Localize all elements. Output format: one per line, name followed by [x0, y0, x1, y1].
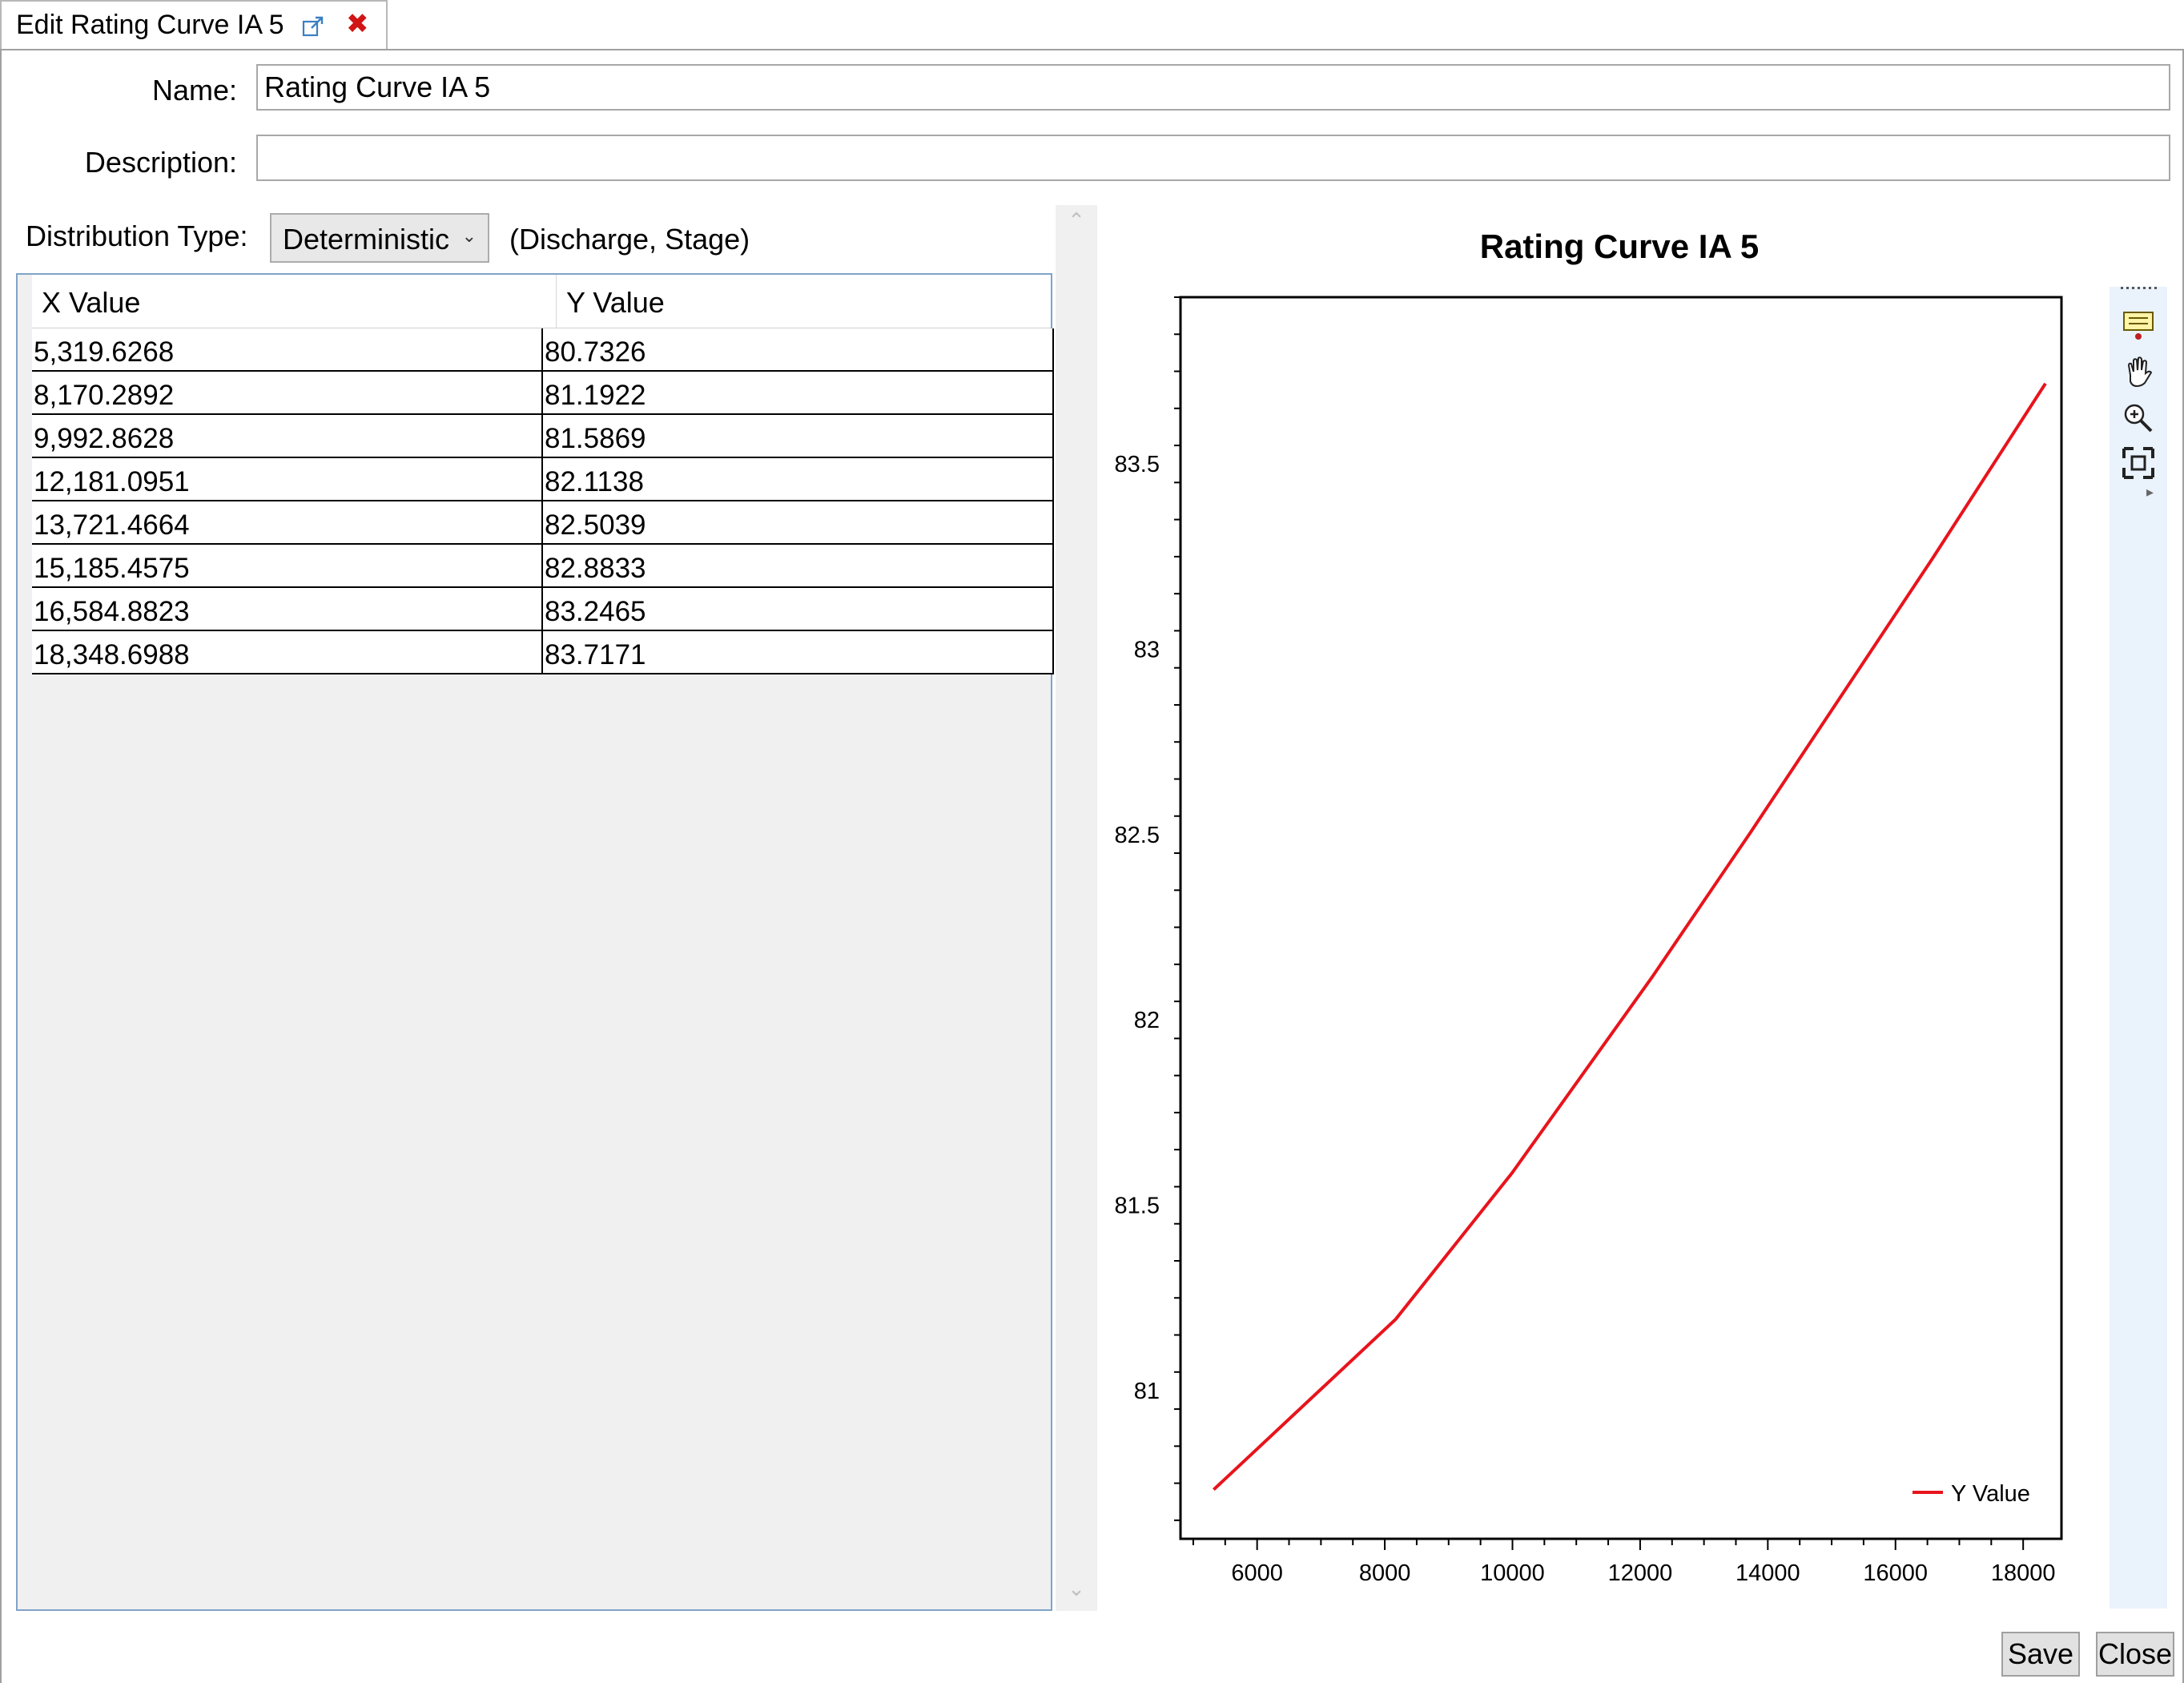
cell-y-value[interactable]: 81.1922 [541, 372, 1051, 413]
table-row[interactable]: 15,185.4575 82.8833 [32, 545, 1052, 588]
cell-x-value[interactable]: 12,181.0951 [32, 458, 541, 500]
table-header: X Value Y Value [32, 275, 1051, 328]
column-header-y[interactable]: Y Value [556, 275, 1051, 328]
x-tick-label: 6000 [1231, 1560, 1283, 1586]
toolbar-grip-icon [2121, 287, 2157, 289]
scroll-down-icon[interactable]: ⌄ [1056, 1576, 1097, 1601]
left-panel-scrollbar[interactable]: ⌃ ⌄ [1056, 205, 1097, 1611]
cell-y-value[interactable]: 81.5869 [541, 415, 1051, 457]
table-body: 5,319.6268 80.7326 8,170.2892 81.1922 9,992.… [32, 328, 1054, 674]
y-tick-label: 81.5 [1115, 1194, 1160, 1219]
table-row[interactable]: 13,721.4664 82.5039 [32, 501, 1052, 545]
x-tick-label: 18000 [1991, 1560, 2056, 1586]
x-tick-label: 16000 [1863, 1560, 1928, 1586]
x-tick-label: 8000 [1359, 1560, 1411, 1586]
chevron-down-icon: ⌄ [461, 226, 477, 246]
cell-x-value[interactable]: 5,319.6268 [32, 328, 541, 370]
cell-y-value[interactable]: 82.8833 [541, 545, 1051, 586]
column-header-x[interactable]: X Value [32, 275, 556, 328]
toolbar-overflow-icon[interactable]: ▸ [2146, 484, 2154, 501]
x-tick-label: 14000 [1736, 1560, 1800, 1586]
table-row[interactable]: 12,181.0951 82.1138 [32, 458, 1052, 501]
description-input[interactable] [256, 135, 2170, 181]
chart-title: Rating Curve IA 5 [1480, 227, 1760, 265]
plot-area [1179, 296, 2063, 1540]
y-tick-label: 83.5 [1115, 452, 1160, 477]
y-tick-label: 81 [1134, 1379, 1160, 1404]
rating-curve-chart[interactable]: Rating Curve IA 5 6000 8000 10000 12000 1400… [1097, 205, 2110, 1611]
cell-x-value[interactable]: 13,721.4664 [32, 501, 541, 543]
save-button[interactable]: Save [2001, 1632, 2080, 1677]
distribution-type-value: Deterministic [283, 223, 450, 256]
table-row[interactable]: 18,348.6988 83.7171 [32, 631, 1052, 674]
description-label: Description: [84, 146, 237, 179]
cell-y-value[interactable]: 80.7326 [541, 328, 1051, 370]
zoom-icon[interactable] [2121, 401, 2156, 436]
scroll-up-icon[interactable]: ⌃ [1056, 208, 1097, 233]
x-tick-label: 10000 [1480, 1560, 1545, 1586]
distribution-type-label: Distribution Type: [26, 219, 248, 252]
y-tick-label: 82 [1134, 1008, 1160, 1033]
cell-x-value[interactable]: 9,992.8628 [32, 415, 541, 457]
cell-y-value[interactable]: 82.1138 [541, 458, 1051, 500]
tab-edit-rating-curve[interactable]: Edit Rating Curve IA 5 ✖ [0, 0, 388, 49]
table-row[interactable]: 8,170.2892 81.1922 [32, 372, 1052, 415]
fit-extents-icon[interactable] [2121, 445, 2156, 481]
cell-x-value[interactable]: 16,584.8823 [32, 588, 541, 630]
cell-y-value[interactable]: 83.2465 [541, 588, 1051, 630]
chart-toolbar: ▸ [2110, 287, 2167, 1609]
cell-y-value[interactable]: 83.7171 [541, 631, 1051, 673]
distribution-hint: (Discharge, Stage) [509, 223, 750, 256]
cell-x-value[interactable]: 8,170.2892 [32, 372, 541, 413]
table-row[interactable]: 9,992.8628 81.5869 [32, 415, 1052, 458]
table-row[interactable]: 16,584.8823 83.2465 [32, 588, 1052, 631]
tab-title: Edit Rating Curve IA 5 [16, 10, 284, 40]
table-row[interactable]: 5,319.6268 80.7326 [32, 328, 1052, 372]
name-label: Name: [151, 74, 237, 107]
name-input[interactable]: Rating Curve IA 5 [256, 64, 2170, 111]
y-tick-label: 82.5 [1115, 823, 1160, 848]
x-tick-label: 12000 [1608, 1560, 1673, 1586]
popout-icon[interactable] [301, 14, 325, 38]
data-table: X Value Y Value 5,319.6268 80.7326 8,170.2… [16, 273, 1054, 1611]
cell-x-value[interactable]: 18,348.6988 [32, 631, 541, 673]
close-button[interactable]: Close [2096, 1632, 2174, 1677]
cell-x-value[interactable]: 15,185.4575 [32, 545, 541, 586]
y-tick-label: 83 [1134, 638, 1160, 663]
pan-hand-icon[interactable] [2121, 354, 2156, 389]
cell-y-value[interactable]: 82.5039 [541, 501, 1051, 543]
close-tab-icon[interactable]: ✖ [346, 8, 369, 40]
annotation-icon[interactable] [2121, 308, 2156, 343]
legend-label: Y Value [1951, 1481, 2030, 1507]
distribution-type-dropdown[interactable]: Deterministic ⌄ [270, 213, 489, 263]
tab-strip: Edit Rating Curve IA 5 ✖ [0, 0, 2184, 50]
